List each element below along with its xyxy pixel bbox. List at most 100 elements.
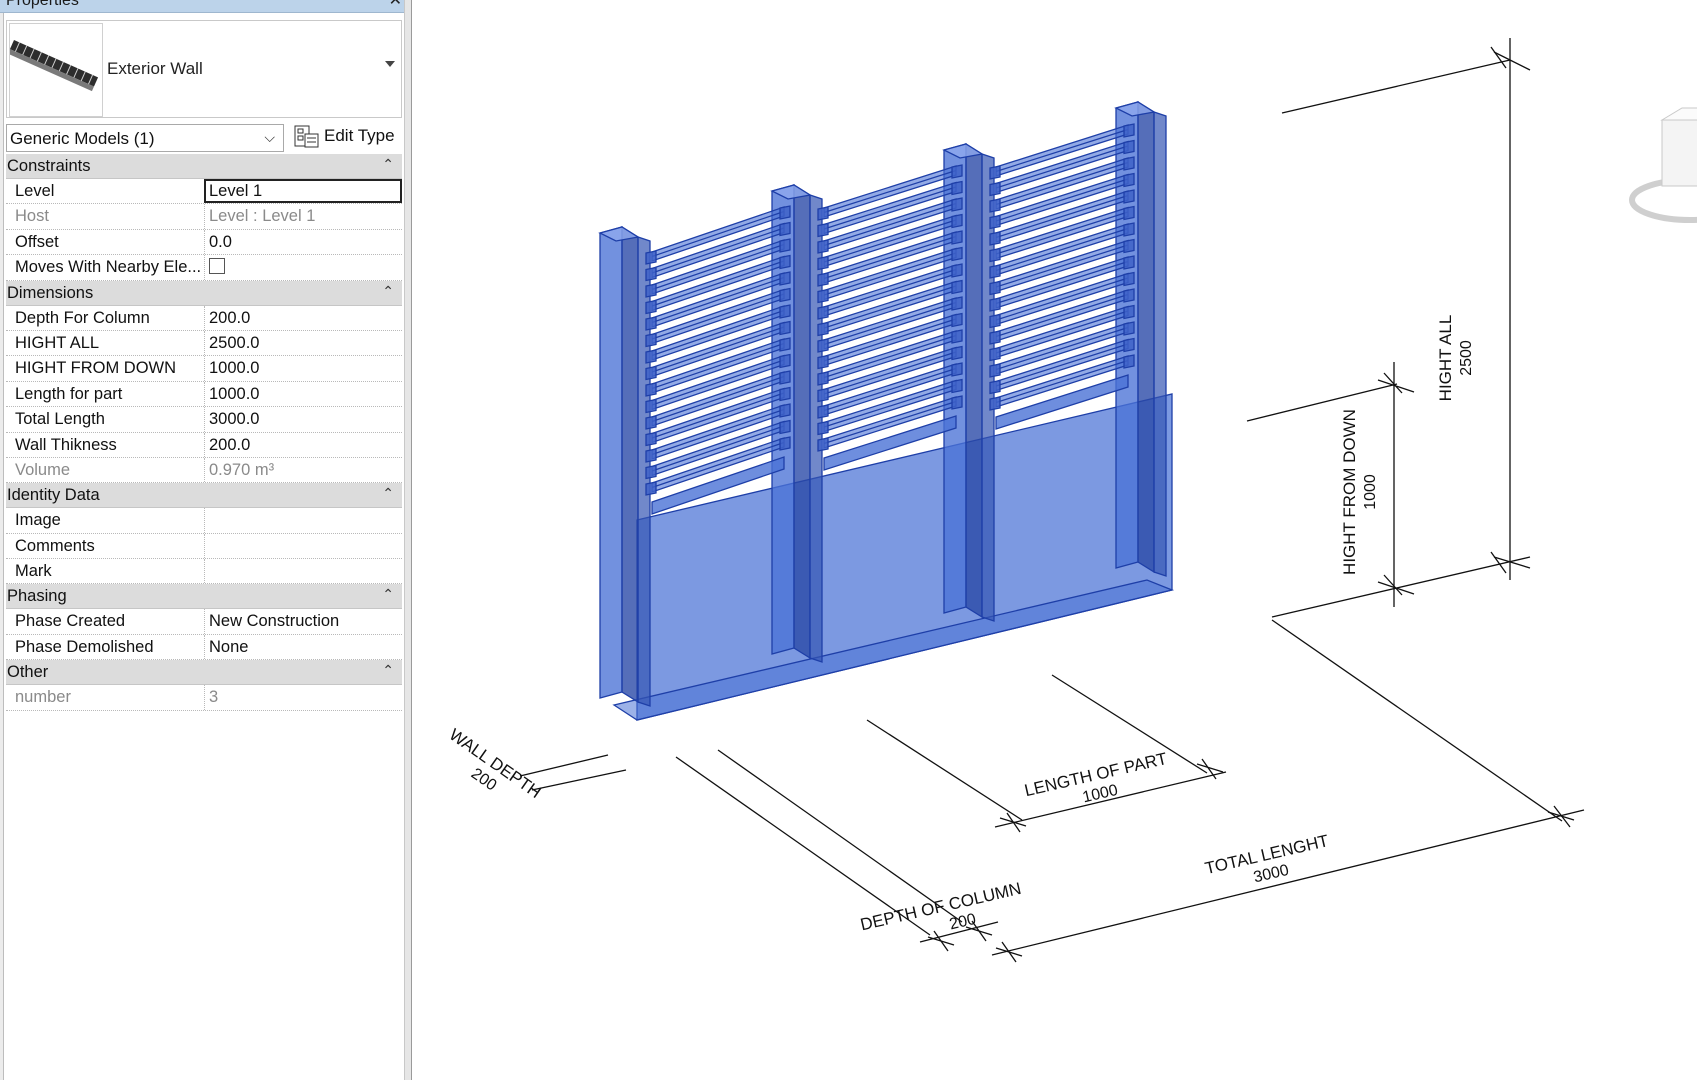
- hight-all-field[interactable]: 2500.0: [204, 330, 402, 356]
- slat-end-cap: [779, 320, 791, 336]
- slat-end-cap: [779, 370, 791, 385]
- slat-end-cap: [951, 197, 963, 212]
- wall-model[interactable]: [598, 100, 1175, 721]
- slat-end-cap: [817, 288, 829, 304]
- slat-end-cap: [951, 213, 963, 229]
- slat-end-cap: [779, 238, 791, 253]
- viewcube-icon[interactable]: [1629, 107, 1697, 223]
- section-title: Phasing: [7, 587, 67, 606]
- slat-end-cap: [951, 378, 963, 394]
- property-name: Phase Demolished: [15, 637, 154, 656]
- column-front: [771, 184, 795, 655]
- slat-end-cap: [779, 304, 791, 319]
- palette-title-bar[interactable]: Properties ✕: [0, 0, 412, 13]
- depth-for-column-field[interactable]: 200.0: [204, 305, 402, 330]
- property-row-hight-all[interactable]: HIGHT ALL 2500.0: [6, 330, 402, 357]
- section-other[interactable]: Other ⌃: [6, 660, 402, 686]
- revit-window: Properties ✕ Exterior Wall Generic Model…: [0, 0, 1697, 1080]
- slat-end-cap: [779, 337, 791, 352]
- property-name: Image: [15, 511, 61, 530]
- property-row-level[interactable]: Level Level 1: [6, 179, 402, 205]
- image-field[interactable]: [204, 508, 402, 533]
- phase-created-field[interactable]: New Construction: [204, 609, 402, 634]
- edit-type-button[interactable]: Edit Type: [292, 122, 402, 152]
- property-name: Mark: [15, 562, 52, 581]
- dim-value-hight-from-down: 1000: [1362, 474, 1379, 510]
- slat-end-cap: [645, 332, 657, 348]
- property-row-hight-from-down[interactable]: HIGHT FROM DOWN 1000.0: [6, 356, 402, 382]
- slat-end-cap: [989, 396, 1001, 411]
- slat-end-cap: [817, 206, 829, 221]
- close-icon[interactable]: ✕: [389, 0, 402, 10]
- property-row-offset[interactable]: Offset 0.0: [6, 229, 402, 256]
- slat-end-cap: [989, 264, 1001, 279]
- property-name: number: [15, 688, 71, 707]
- property-row-length-for-part[interactable]: Length for part 1000.0: [6, 381, 402, 408]
- section-dimensions[interactable]: Dimensions ⌃: [6, 280, 402, 306]
- slat-end-cap: [645, 365, 657, 381]
- slat-end-cap: [951, 164, 963, 179]
- hight-from-down-field[interactable]: 1000.0: [204, 356, 402, 381]
- property-row-phase-demolished[interactable]: Phase Demolished None: [6, 634, 402, 661]
- property-value: 3: [209, 688, 219, 707]
- collapse-icon[interactable]: ⌃: [382, 662, 394, 679]
- property-row-image[interactable]: Image: [6, 508, 402, 534]
- offset-field[interactable]: 0.0: [204, 229, 402, 255]
- property-name: Volume: [15, 460, 71, 479]
- slat-end-cap: [645, 250, 657, 265]
- slat-end-cap: [645, 283, 657, 298]
- length-for-part-field[interactable]: 1000.0: [204, 381, 402, 407]
- dimension-length-of-part: [866, 674, 1227, 833]
- moves-with-nearby-checkbox[interactable]: [209, 258, 225, 275]
- slat-end-cap: [817, 420, 829, 436]
- slat-end-cap: [817, 321, 829, 337]
- slat-end-cap: [817, 239, 829, 254]
- property-row-depth-for-column[interactable]: Depth For Column 200.0: [6, 305, 402, 331]
- element-filter-dropdown[interactable]: Generic Models (1) ⌵: [6, 124, 284, 152]
- slat-end-cap: [645, 448, 657, 463]
- phase-demolished-field[interactable]: None: [204, 634, 402, 660]
- section-constraints[interactable]: Constraints ⌃: [6, 154, 402, 179]
- chevron-down-icon[interactable]: [385, 61, 395, 67]
- 3d-viewport[interactable]: HIGHT ALL 2500 HIGHT FROM DOWN 1000 LENG…: [412, 0, 1697, 1080]
- property-row-moves-with-nearby[interactable]: Moves With Nearby Ele...: [6, 255, 402, 281]
- property-row-mark[interactable]: Mark: [6, 559, 402, 585]
- property-row-comments[interactable]: Comments: [6, 533, 402, 560]
- palette-title: Properties: [6, 0, 79, 9]
- comments-field[interactable]: [204, 533, 402, 559]
- collapse-icon[interactable]: ⌃: [382, 283, 394, 300]
- property-value: 0.970 m³: [209, 460, 275, 479]
- wall-thikness-field[interactable]: 200.0: [204, 432, 402, 457]
- model-scene[interactable]: HIGHT ALL 2500 HIGHT FROM DOWN 1000 LENG…: [412, 0, 1697, 1080]
- collapse-icon[interactable]: ⌃: [382, 485, 394, 502]
- slat-end-cap: [951, 395, 963, 410]
- section-identity-data[interactable]: Identity Data ⌃: [6, 483, 402, 509]
- property-row-total-length[interactable]: Total Length 3000.0: [6, 407, 402, 433]
- property-row-host: Host Level : Level 1: [6, 204, 402, 230]
- property-row-wall-thikness[interactable]: Wall Thikness 200.0: [6, 432, 402, 458]
- collapse-icon[interactable]: ⌃: [382, 156, 394, 173]
- total-length-field[interactable]: 3000.0: [204, 407, 402, 432]
- slat-end-cap: [779, 386, 791, 402]
- slat-end-cap: [989, 297, 1001, 312]
- slat-end-cap: [645, 464, 657, 480]
- property-row-phase-created[interactable]: Phase Created New Construction: [6, 609, 402, 635]
- slat-end-cap: [779, 436, 791, 451]
- slat-end-cap: [1123, 139, 1135, 155]
- slat-end-cap: [645, 349, 657, 364]
- collapse-icon[interactable]: ⌃: [382, 586, 394, 603]
- slat-end-cap: [951, 312, 963, 328]
- column-side: [1137, 100, 1155, 574]
- type-selector[interactable]: Exterior Wall: [6, 20, 402, 118]
- slat-end-cap: [645, 299, 657, 315]
- slat-end-cap: [817, 371, 829, 386]
- property-value: 2500.0: [209, 333, 260, 352]
- palette-resize-handle[interactable]: [404, 0, 412, 1080]
- slat-end-cap: [1123, 172, 1135, 188]
- level-field[interactable]: Level 1: [204, 179, 402, 204]
- section-phasing[interactable]: Phasing ⌃: [6, 584, 402, 610]
- dim-label-depth-of-column: DEPTH OF COLUMN: [859, 879, 1023, 934]
- slat-end-cap: [1123, 271, 1135, 287]
- slat-end-cap: [645, 481, 657, 496]
- mark-field[interactable]: [204, 559, 402, 584]
